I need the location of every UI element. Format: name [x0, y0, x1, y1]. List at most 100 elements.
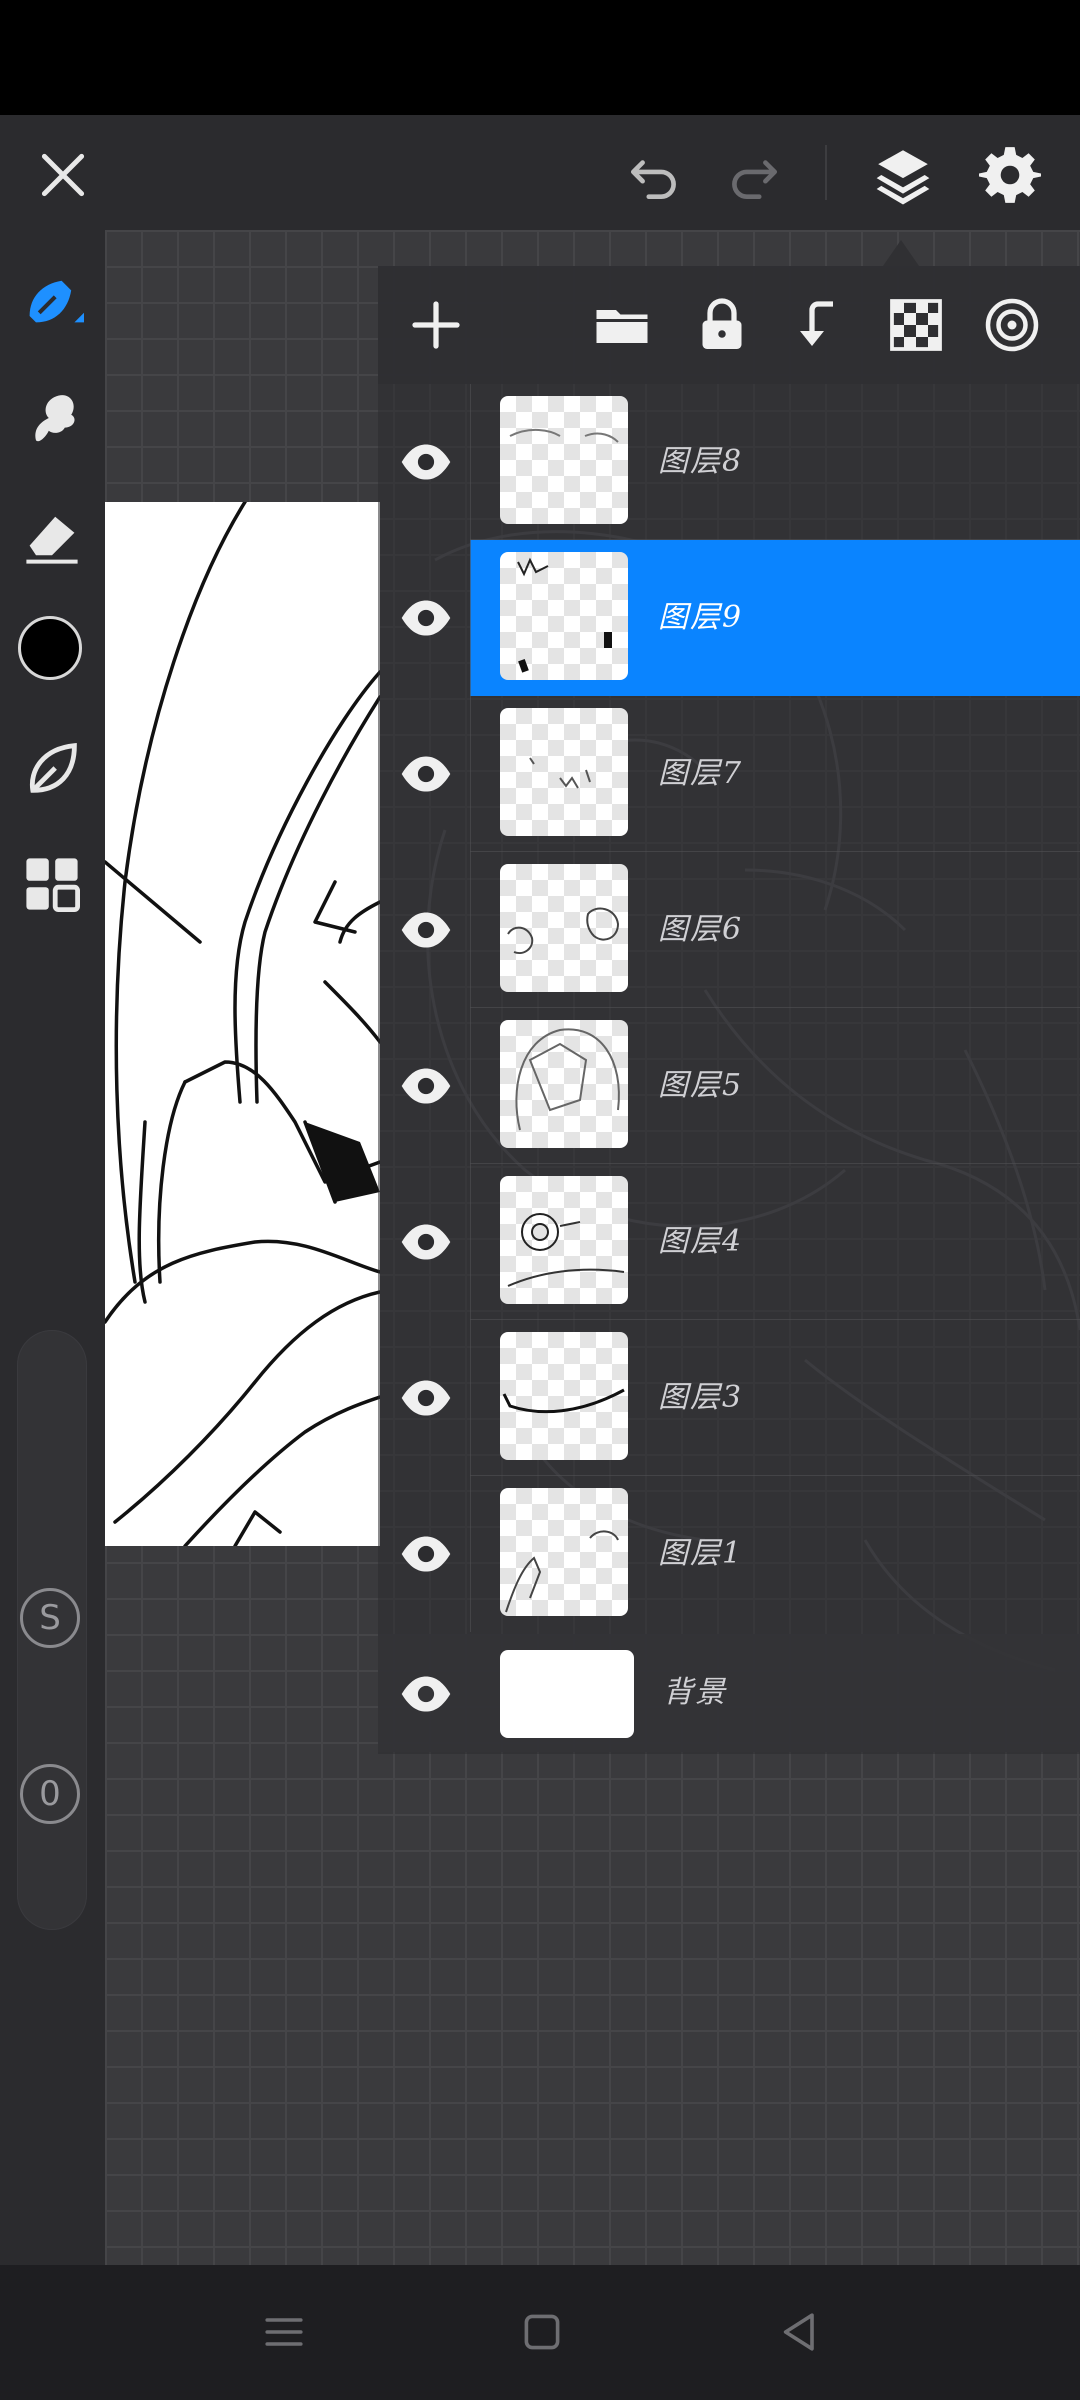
row-divider [470, 1008, 471, 1164]
layers-toolbar [378, 266, 1080, 384]
gallery-tool[interactable] [14, 846, 90, 922]
thumbnail-sketch [517, 557, 612, 673]
settings-button[interactable] [975, 140, 1045, 210]
folder-button[interactable] [590, 293, 654, 357]
layer-name: 图层6 [658, 912, 744, 947]
layer-thumbnail [500, 864, 628, 992]
add-layer-button[interactable] [404, 293, 468, 357]
home-button[interactable] [510, 2300, 574, 2364]
layer-row[interactable]: 图层1 [378, 1476, 1080, 1632]
row-divider [470, 852, 471, 1008]
layer-row[interactable]: 图层3 [378, 1320, 1080, 1476]
eye-icon [401, 1536, 451, 1572]
layer-thumbnail [500, 1176, 628, 1304]
layer-name: 图层8 [658, 444, 744, 479]
status-bar [0, 0, 1080, 115]
undo-button[interactable] [620, 140, 690, 210]
row-divider [470, 540, 471, 696]
back-button[interactable] [768, 2300, 832, 2364]
canvas-artwork[interactable] [105, 502, 380, 1546]
lock-button[interactable] [690, 293, 754, 357]
folder-icon [596, 310, 648, 343]
eraser-tool[interactable] [14, 498, 90, 574]
layers-icon [876, 150, 930, 205]
merge-down-icon [800, 301, 833, 346]
layer-name: 图层5 [658, 1068, 744, 1103]
eye-icon [401, 1224, 451, 1260]
layer-thumbnail [500, 396, 628, 524]
system-nav-bar [0, 2265, 1080, 2400]
home-icon [524, 2314, 560, 2350]
add-icon [412, 301, 460, 349]
eye-icon [401, 600, 451, 636]
close-icon [41, 153, 85, 197]
thumbnail-sketch [502, 1388, 625, 1414]
menu-button[interactable] [252, 2300, 316, 2364]
layer-thumbnail [500, 1488, 628, 1616]
pen-tool[interactable] [14, 262, 90, 338]
visibility-toggle[interactable] [396, 744, 456, 804]
visibility-toggle[interactable] [396, 900, 456, 960]
row-divider [470, 384, 471, 540]
layer-row-selected[interactable]: 图层9 [378, 540, 1080, 696]
close-button[interactable] [28, 140, 98, 210]
smudge-tool[interactable] [14, 380, 90, 456]
layer-name: 图层7 [658, 756, 744, 791]
left-toolbar: S 0 [0, 230, 105, 2265]
opacity-slider-badge[interactable]: 0 [20, 1764, 80, 1824]
row-divider [470, 1320, 471, 1476]
visibility-toggle[interactable] [396, 432, 456, 492]
thumbnail-sketch [507, 907, 620, 954]
toolbar-divider [825, 145, 827, 200]
eye-icon [401, 1068, 451, 1104]
lock-icon [702, 298, 742, 349]
panel-pointer [883, 240, 919, 266]
layer-thumbnail [500, 708, 628, 836]
menu-icon [265, 2318, 303, 2346]
visibility-toggle[interactable] [396, 588, 456, 648]
thumbnail-sketch [507, 1213, 625, 1287]
visibility-toggle[interactable] [396, 1524, 456, 1584]
line-art [105, 502, 380, 1546]
visibility-toggle[interactable] [396, 1368, 456, 1428]
visibility-toggle[interactable] [396, 1056, 456, 1116]
visibility-toggle[interactable] [396, 1212, 456, 1272]
color-swatch[interactable] [18, 616, 82, 680]
blend-button[interactable] [980, 293, 1044, 357]
pen-icon [29, 280, 84, 323]
grid-icon [26, 858, 80, 912]
layer-row[interactable]: 图层4 [378, 1164, 1080, 1320]
layer-name: 图层3 [658, 1380, 744, 1415]
background-layer-name: 背景 [663, 1675, 727, 1710]
layers-panel: 图层8 图层9 图层7 图层6 图层5 图层4 图层3 图层1 背景 [378, 266, 1080, 1754]
layer-row[interactable]: 图层6 [378, 852, 1080, 1008]
layer-row[interactable]: 图层7 [378, 696, 1080, 852]
thumbnail-sketch [509, 429, 619, 443]
leaf-tool[interactable] [14, 730, 90, 806]
leaf-icon [29, 742, 77, 793]
redo-button[interactable] [718, 140, 788, 210]
background-layer-row[interactable]: 背景 [378, 1634, 1080, 1752]
visibility-toggle[interactable] [396, 1664, 456, 1724]
smudge-icon [35, 395, 75, 442]
layer-name: 图层4 [658, 1224, 744, 1259]
checkerboard-icon [890, 299, 942, 351]
back-icon [783, 2313, 814, 2351]
eye-icon [401, 444, 451, 480]
top-bar [0, 115, 1080, 230]
layers-button[interactable] [868, 140, 938, 210]
eye-icon [401, 1380, 451, 1416]
layer-name: 图层1 [658, 1536, 744, 1571]
layer-row[interactable]: 图层5 [378, 1008, 1080, 1164]
background-thumbnail [500, 1650, 634, 1738]
merge-down-button[interactable] [786, 293, 850, 357]
eye-icon [401, 912, 451, 948]
row-divider [470, 1164, 471, 1320]
size-slider-badge[interactable]: S [20, 1588, 80, 1648]
target-icon [985, 298, 1039, 352]
layer-row[interactable]: 图层8 [378, 384, 1080, 540]
redo-icon [732, 160, 778, 200]
thumbnail-sketch [529, 757, 591, 789]
transparency-button[interactable] [884, 293, 948, 357]
row-divider [470, 1476, 471, 1632]
